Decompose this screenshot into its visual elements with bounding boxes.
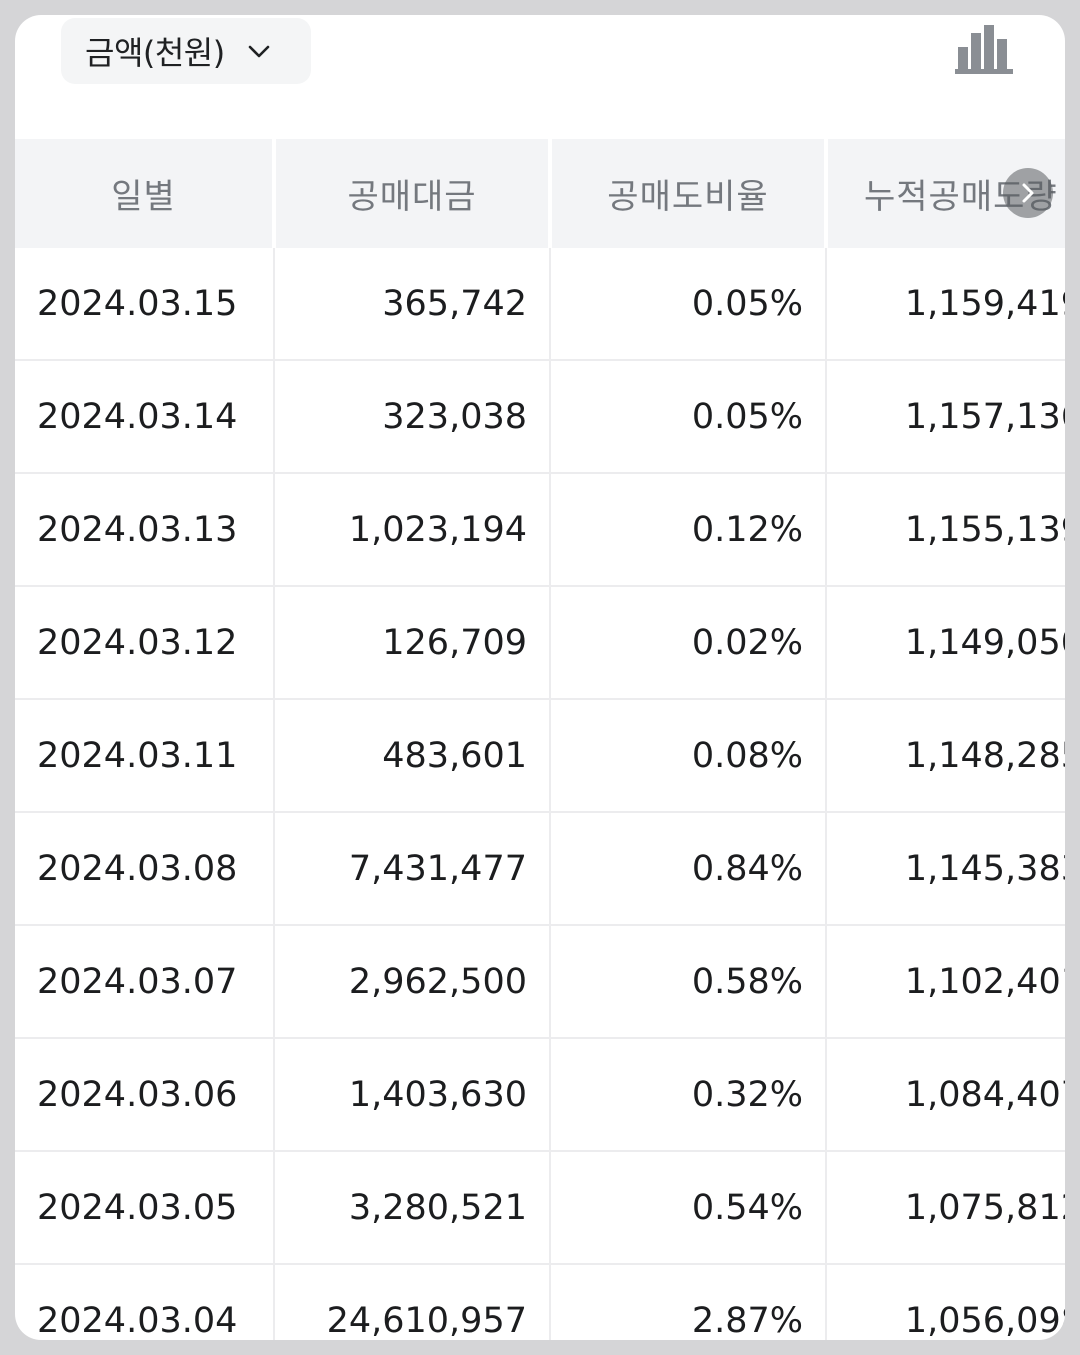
cell-short-ratio: 0.84% xyxy=(550,812,827,926)
column-header-short-ratio[interactable]: 공매도비율 xyxy=(550,139,828,248)
cell-cumulative-volume: 1,145,383 xyxy=(826,812,1065,926)
table-row: 2024.03.13 1,023,194 0.12% 1,155,139 xyxy=(15,473,1065,587)
cell-date: 2024.03.08 xyxy=(15,812,275,926)
cell-date: 2024.03.11 xyxy=(15,699,275,813)
cell-short-ratio: 0.54% xyxy=(550,1151,827,1265)
cell-short-amount: 365,742 xyxy=(274,248,551,361)
cell-short-amount: 2,962,500 xyxy=(274,925,551,1039)
cell-cumulative-volume: 1,102,401 xyxy=(826,925,1065,1039)
table-row: 2024.03.14 323,038 0.05% 1,157,136 xyxy=(15,360,1065,474)
cell-short-ratio: 0.05% xyxy=(550,360,827,474)
chart-view-button[interactable] xyxy=(955,23,1015,75)
unit-dropdown-label: 금액(천원) xyxy=(85,34,225,72)
cell-short-amount: 3,280,521 xyxy=(274,1151,551,1265)
cell-date: 2024.03.04 xyxy=(15,1264,275,1340)
cell-cumulative-volume: 1,159,419 xyxy=(826,248,1065,361)
cell-cumulative-volume: 1,148,285 xyxy=(826,699,1065,813)
cell-date: 2024.03.07 xyxy=(15,925,275,1039)
cell-short-ratio: 2.87% xyxy=(550,1264,827,1340)
short-selling-table: 일별 공매대금 공매도비율 누적공매도량 2024.03.15 365,742 … xyxy=(15,139,1065,1340)
cell-short-ratio: 0.02% xyxy=(550,586,827,700)
cell-short-amount: 1,023,194 xyxy=(274,473,551,587)
cell-short-amount: 24,610,957 xyxy=(274,1264,551,1340)
column-header-short-amount[interactable]: 공매대금 xyxy=(274,139,552,248)
table-row: 2024.03.08 7,431,477 0.84% 1,145,383 xyxy=(15,812,1065,926)
cell-date: 2024.03.14 xyxy=(15,360,275,474)
cell-date: 2024.03.15 xyxy=(15,248,275,361)
cell-short-amount: 1,403,630 xyxy=(274,1038,551,1152)
cell-cumulative-volume: 1,149,050 xyxy=(826,586,1065,700)
cell-cumulative-volume: 1,084,407 xyxy=(826,1038,1065,1152)
cell-short-amount: 126,709 xyxy=(274,586,551,700)
cell-short-amount: 7,431,477 xyxy=(274,812,551,926)
table-row: 2024.03.07 2,962,500 0.58% 1,102,401 xyxy=(15,925,1065,1039)
table-row: 2024.03.11 483,601 0.08% 1,148,285 xyxy=(15,699,1065,813)
cell-date: 2024.03.05 xyxy=(15,1151,275,1265)
cell-short-amount: 483,601 xyxy=(274,699,551,813)
table-header-row: 일별 공매대금 공매도비율 누적공매도량 xyxy=(15,139,1065,248)
cell-cumulative-volume: 1,056,098 xyxy=(826,1264,1065,1340)
column-header-date[interactable]: 일별 xyxy=(15,139,276,248)
cell-cumulative-volume: 1,157,136 xyxy=(826,360,1065,474)
table-row: 2024.03.04 24,610,957 2.87% 1,056,098 xyxy=(15,1264,1065,1340)
table-row: 2024.03.06 1,403,630 0.32% 1,084,407 xyxy=(15,1038,1065,1152)
chevron-down-icon xyxy=(247,39,271,63)
table-row: 2024.03.12 126,709 0.02% 1,149,050 xyxy=(15,586,1065,700)
cell-short-ratio: 0.05% xyxy=(550,248,827,361)
cell-date: 2024.03.12 xyxy=(15,586,275,700)
scroll-right-button[interactable] xyxy=(1003,168,1053,218)
table-row: 2024.03.15 365,742 0.05% 1,159,419 xyxy=(15,248,1065,361)
bar-chart-icon xyxy=(955,25,1013,74)
chevron-right-icon xyxy=(1022,183,1034,203)
cell-short-ratio: 0.12% xyxy=(550,473,827,587)
unit-dropdown[interactable]: 금액(천원) xyxy=(61,18,311,84)
cell-cumulative-volume: 1,155,139 xyxy=(826,473,1065,587)
cell-short-amount: 323,038 xyxy=(274,360,551,474)
table-row: 2024.03.05 3,280,521 0.54% 1,075,812 xyxy=(15,1151,1065,1265)
cell-short-ratio: 0.32% xyxy=(550,1038,827,1152)
cell-date: 2024.03.13 xyxy=(15,473,275,587)
cell-short-ratio: 0.58% xyxy=(550,925,827,1039)
cell-cumulative-volume: 1,075,812 xyxy=(826,1151,1065,1265)
short-selling-panel: 금액(천원) 일별 공매대금 공매도비율 누적공매도량 2024.03.15 3… xyxy=(15,15,1065,1340)
cell-date: 2024.03.06 xyxy=(15,1038,275,1152)
cell-short-ratio: 0.08% xyxy=(550,699,827,813)
